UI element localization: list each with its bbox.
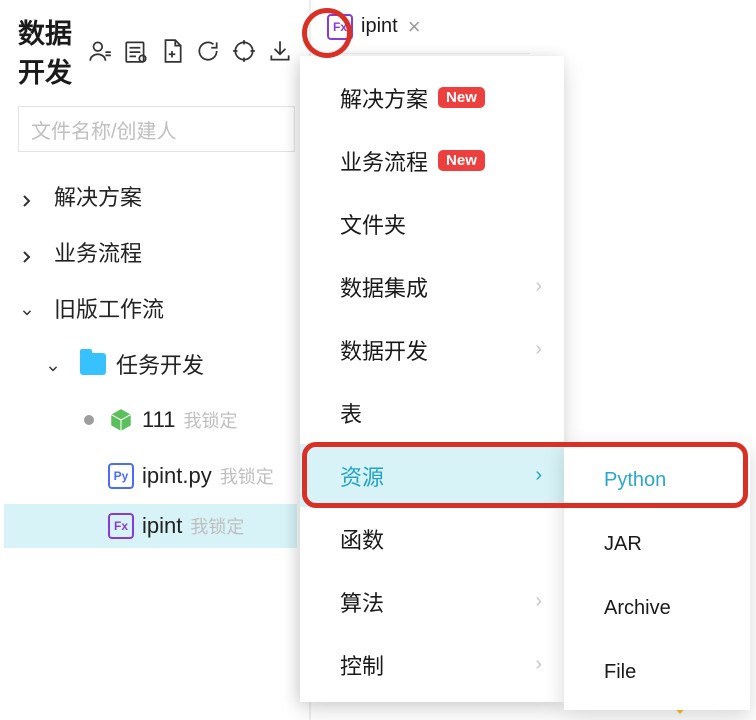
search-input[interactable]: 文件名称/创建人	[18, 106, 295, 152]
cube-icon	[108, 407, 134, 433]
locate-icon[interactable]	[229, 36, 259, 66]
resource-submenu: Python JAR Archive File	[564, 442, 750, 710]
chevron-right-icon: ›	[535, 338, 542, 361]
tree-label: 旧版工作流	[54, 292, 164, 324]
menu-label: 业务流程	[340, 145, 428, 177]
user-icon[interactable]	[85, 36, 115, 66]
panel-title: 数据开发	[18, 12, 79, 90]
submenu-item-python[interactable]: Python	[564, 448, 750, 512]
tree-label: 任务开发	[116, 348, 204, 380]
submenu-item-archive[interactable]: Archive	[564, 576, 750, 640]
refresh-icon[interactable]	[193, 36, 223, 66]
list-settings-icon[interactable]	[121, 36, 151, 66]
new-badge: New	[438, 150, 485, 171]
new-file-icon[interactable]	[157, 36, 187, 66]
menu-item-data-integration[interactable]: 数据集成 ›	[300, 255, 564, 318]
chevron-down-icon	[22, 300, 38, 316]
tree-file-ipint[interactable]: Fx ipint 我锁定	[4, 504, 297, 548]
tree-file-note: 我锁定	[183, 407, 237, 433]
chevron-right-icon: ›	[535, 275, 542, 298]
menu-item-data-dev[interactable]: 数据开发 ›	[300, 318, 564, 381]
chevron-right-icon	[22, 188, 38, 204]
menu-item-control[interactable]: 控制 ›	[300, 633, 564, 696]
close-icon[interactable]: ×	[408, 14, 421, 40]
menu-label: 算法	[340, 586, 384, 618]
chevron-down-icon	[48, 356, 64, 372]
tree-file-note: 我锁定	[220, 463, 274, 489]
editor-tab-ipint[interactable]: Fx ipint	[317, 0, 408, 53]
menu-label: 函数	[340, 523, 384, 555]
menu-item-function[interactable]: 函数	[300, 507, 564, 570]
chevron-right-icon	[22, 244, 38, 260]
tree-item-processes[interactable]: 业务流程	[4, 224, 309, 280]
tree-item-task-dev[interactable]: 任务开发	[4, 336, 309, 392]
tree-label: 业务流程	[54, 236, 142, 268]
python-file-icon: Py	[108, 463, 134, 489]
menu-label: 解决方案	[340, 82, 428, 114]
menu-label: 表	[340, 397, 362, 429]
chevron-right-icon: ›	[535, 590, 542, 613]
menu-label: 控制	[340, 649, 384, 681]
tree-item-legacy-workflow[interactable]: 旧版工作流	[4, 280, 309, 336]
menu-label: 资源	[340, 460, 384, 492]
tree-file-name: ipint	[142, 513, 182, 539]
tab-label: ipint	[361, 15, 398, 38]
menu-item-table[interactable]: 表	[300, 381, 564, 444]
menu-item-algorithm[interactable]: 算法 ›	[300, 570, 564, 633]
tree-item-solutions[interactable]: 解决方案	[4, 168, 309, 224]
menu-label: 数据开发	[340, 334, 428, 366]
menu-item-process[interactable]: 业务流程 New	[300, 129, 564, 192]
menu-item-solution[interactable]: 解决方案 New	[300, 66, 564, 129]
tree-label: 解决方案	[54, 180, 142, 212]
chevron-right-icon: ›	[535, 464, 542, 487]
tree-file-name: ipint.py	[142, 463, 212, 489]
submenu-item-jar[interactable]: JAR	[564, 512, 750, 576]
fx-file-icon: Fx	[327, 14, 353, 40]
menu-item-resource[interactable]: 资源 ›	[300, 444, 564, 507]
menu-item-folder[interactable]: 文件夹	[300, 192, 564, 255]
status-dot-icon	[84, 415, 94, 425]
fx-file-icon: Fx	[108, 513, 134, 539]
new-menu-dropdown: 解决方案 New 业务流程 New 文件夹 数据集成 › 数据开发 › 表 资源…	[300, 56, 564, 702]
new-badge: New	[438, 87, 485, 108]
menu-label: 文件夹	[340, 208, 406, 240]
tree-file-note: 我锁定	[190, 513, 244, 539]
tree-file-ipintpy[interactable]: Py ipint.py 我锁定	[4, 448, 309, 504]
tree-file-111[interactable]: 111 我锁定	[4, 392, 309, 448]
chevron-right-icon: ›	[535, 653, 542, 676]
folder-icon	[80, 353, 106, 375]
import-icon[interactable]	[265, 36, 295, 66]
submenu-item-file[interactable]: File	[564, 640, 750, 704]
tree-file-name: 111	[142, 407, 175, 433]
menu-label: 数据集成	[340, 271, 428, 303]
